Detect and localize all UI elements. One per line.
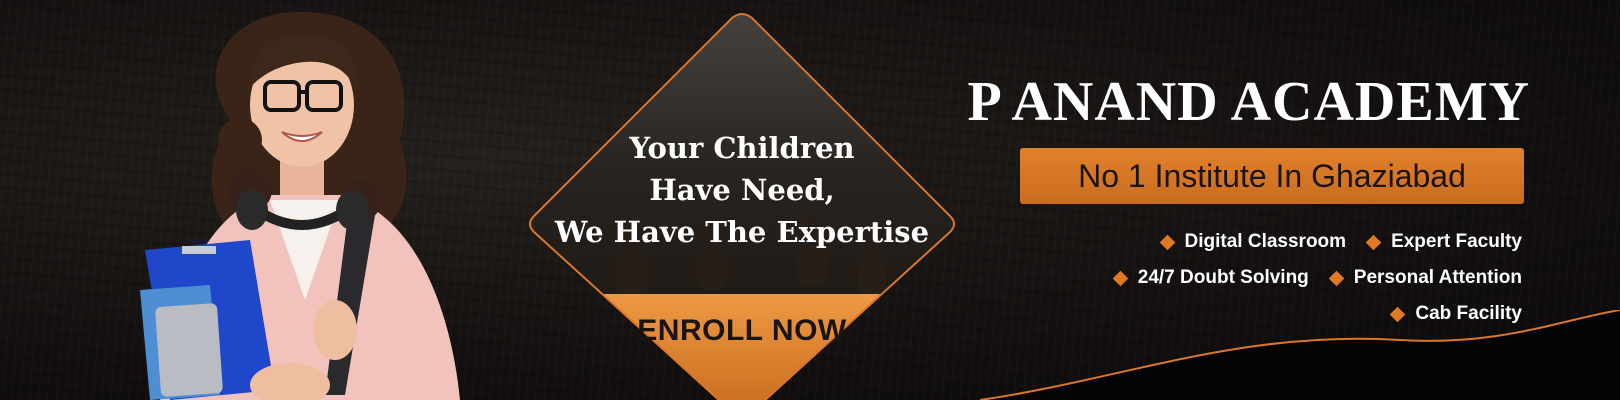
subtitle-text: No 1 Institute In Ghaziabad <box>1078 157 1466 194</box>
diamond-bullet-icon <box>1112 270 1129 286</box>
student-image <box>140 11 460 400</box>
feature-row: Digital Classroom Expert Faculty <box>1002 224 1522 260</box>
corner-wave <box>980 310 1620 400</box>
feature-label: 24/7 Doubt Solving <box>1137 267 1309 288</box>
diamond-bullet-icon <box>1328 270 1345 286</box>
feature-label: Personal Attention <box>1353 267 1522 288</box>
feature-row: 24/7 Doubt Solving Personal Attention <box>1002 260 1522 296</box>
feature-label: Digital Classroom <box>1184 231 1347 252</box>
feature-label: Expert Faculty <box>1391 231 1522 252</box>
tagline-line-3: We Have The Expertise <box>554 215 930 249</box>
diamond-bullet-icon <box>1159 234 1175 250</box>
feature-item: Digital Classroom <box>1159 231 1347 253</box>
subtitle-badge: No 1 Institute In Ghaziabad <box>1020 148 1524 204</box>
feature-item: Personal Attention <box>1328 267 1522 289</box>
brand-title: P ANAND ACADEMY <box>967 71 1530 133</box>
feature-item: Expert Faculty <box>1365 231 1522 253</box>
enroll-now-button[interactable]: ENROLL NOW <box>512 314 972 348</box>
tagline-line-1: Your Children <box>629 131 855 165</box>
feature-item: 24/7 Doubt Solving <box>1112 267 1309 289</box>
promo-diamond: Your Children Have Need, We Have The Exp… <box>512 12 972 400</box>
hero-banner: Your Children Have Need, We Have The Exp… <box>0 0 1620 400</box>
tagline-line-2: Have Need, <box>649 173 835 207</box>
diamond-bullet-icon <box>1365 234 1382 250</box>
